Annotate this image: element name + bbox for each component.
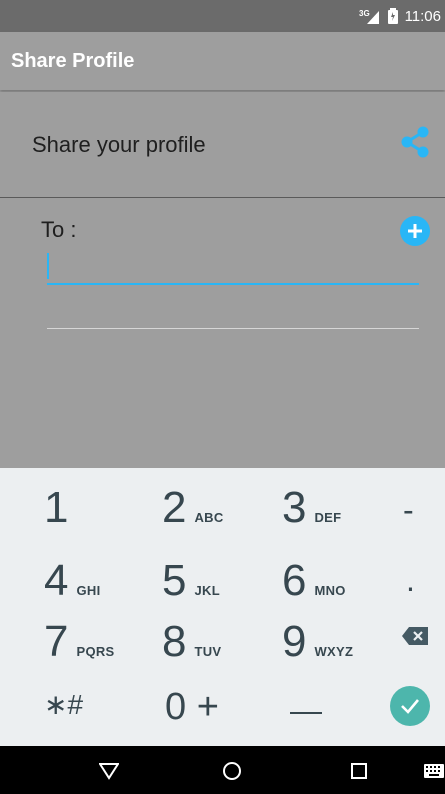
secondary-field-underline (47, 328, 419, 329)
navigation-bar (0, 746, 445, 794)
key-letters: MNO (314, 583, 346, 598)
key-digit: 8 (162, 617, 187, 666)
key-letters: WXYZ (314, 644, 354, 659)
numeric-keypad: 1 2 ABC 3 DEF - 4 GHI 5 JKL 6 MNO . 7 PQ… (0, 468, 445, 746)
key-4[interactable]: 4 GHI (44, 559, 101, 603)
key-dash[interactable]: - (403, 492, 414, 529)
key-8[interactable]: 8 TUV (162, 620, 221, 664)
app-bar: Share Profile (0, 32, 445, 90)
key-1[interactable]: 1 (44, 486, 68, 530)
key-star-hash[interactable]: ∗# (44, 688, 83, 721)
key-digit: 4 (44, 556, 69, 605)
key-digit: 6 (282, 556, 307, 605)
key-dot[interactable]: . (406, 562, 415, 599)
svg-text:3G: 3G (359, 9, 370, 18)
space-key-icon[interactable] (290, 712, 322, 714)
to-label: To : (41, 217, 77, 242)
keyboard-icon[interactable] (424, 764, 444, 783)
key-9[interactable]: 9 WXYZ (282, 620, 353, 664)
key-digit: 2 (162, 483, 187, 532)
key-2[interactable]: 2 ABC (162, 486, 224, 530)
signal-3g-icon: 3G (359, 8, 381, 24)
share-icon[interactable] (399, 125, 431, 164)
share-profile-row[interactable]: Share your profile (0, 92, 445, 198)
recents-square-icon[interactable] (350, 762, 368, 785)
key-6[interactable]: 6 MNO (282, 559, 346, 603)
status-time: 11:06 (404, 7, 441, 25)
recipient-input[interactable] (47, 249, 419, 285)
share-profile-label: Share your profile (32, 131, 206, 157)
key-5[interactable]: 5 JKL (162, 559, 220, 603)
key-digit: 7 (44, 617, 69, 666)
home-circle-icon[interactable] (222, 761, 242, 786)
key-letters: GHI (76, 583, 101, 598)
key-digit: 9 (282, 617, 307, 666)
key-digit: 1 (44, 483, 69, 532)
battery-icon (387, 8, 399, 24)
key-7[interactable]: 7 PQRS (44, 620, 115, 664)
back-triangle-icon[interactable] (98, 762, 120, 785)
key-3[interactable]: 3 DEF (282, 486, 341, 530)
done-check-icon[interactable] (390, 686, 430, 726)
page-title: Share Profile (11, 49, 135, 72)
recipient-section: To : (0, 199, 445, 469)
key-0-plus[interactable]: 0 + (165, 686, 219, 729)
key-letters: JKL (194, 583, 220, 598)
add-circle-icon[interactable] (400, 216, 430, 246)
key-letters: DEF (314, 510, 342, 525)
key-letters: ABC (194, 510, 224, 525)
key-digit: 5 (162, 556, 187, 605)
key-letters: TUV (194, 644, 222, 659)
status-bar: 3G 11:06 (0, 0, 445, 32)
backspace-icon[interactable] (402, 627, 428, 650)
key-letters: PQRS (76, 644, 115, 659)
key-digit: 3 (282, 483, 307, 532)
text-cursor (47, 253, 49, 279)
